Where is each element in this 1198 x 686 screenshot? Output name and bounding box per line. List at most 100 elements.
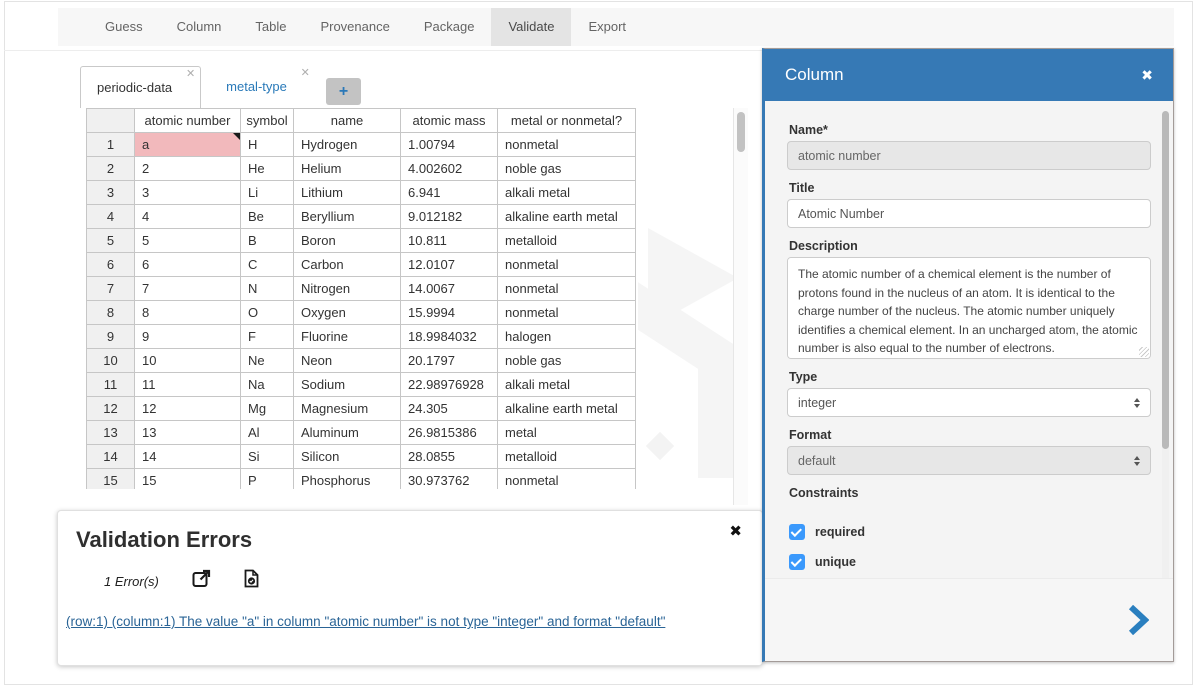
format-select[interactable]: default <box>787 446 1151 475</box>
grid-cell-error[interactable]: a <box>135 133 241 157</box>
nav-tab-export[interactable]: Export <box>571 8 643 46</box>
grid-cell[interactable]: N <box>241 277 294 301</box>
description-field[interactable]: The atomic number of a chemical element … <box>787 257 1151 359</box>
grid-cell[interactable]: alkali metal <box>498 181 636 205</box>
required-checkbox[interactable] <box>789 524 805 540</box>
panel-scrollbar-thumb[interactable] <box>1162 111 1169 449</box>
grid-cell[interactable]: 6 <box>135 253 241 277</box>
add-sheet-button[interactable]: + <box>326 78 361 105</box>
grid-column-header[interactable]: symbol <box>241 109 294 133</box>
grid-cell[interactable]: 7 <box>135 277 241 301</box>
grid-cell[interactable]: 8 <box>135 301 241 325</box>
grid-cell[interactable]: 11 <box>135 373 241 397</box>
next-column-button[interactable] <box>1127 605 1149 640</box>
grid-cell[interactable]: Ne <box>241 349 294 373</box>
grid-cell[interactable]: alkaline earth metal <box>498 397 636 421</box>
grid-cell[interactable]: O <box>241 301 294 325</box>
grid-cell[interactable]: 18.9984032 <box>401 325 498 349</box>
nav-tab-package[interactable]: Package <box>407 8 492 46</box>
row-number[interactable]: 12 <box>87 397 135 421</box>
grid-cell[interactable]: Aluminum <box>294 421 401 445</box>
grid-cell[interactable]: 14.0067 <box>401 277 498 301</box>
grid-cell[interactable]: 24.305 <box>401 397 498 421</box>
grid-cell[interactable]: Li <box>241 181 294 205</box>
row-number[interactable]: 10 <box>87 349 135 373</box>
grid-cell[interactable]: Boron <box>294 229 401 253</box>
row-number[interactable]: 5 <box>87 229 135 253</box>
row-number[interactable]: 14 <box>87 445 135 469</box>
grid-cell[interactable]: nonmetal <box>498 277 636 301</box>
type-select[interactable]: integer <box>787 388 1151 417</box>
grid-cell[interactable]: Mg <box>241 397 294 421</box>
grid-cell[interactable]: Hydrogen <box>294 133 401 157</box>
grid-cell[interactable]: Beryllium <box>294 205 401 229</box>
grid-cell[interactable]: 28.0855 <box>401 445 498 469</box>
grid-cell[interactable]: Carbon <box>294 253 401 277</box>
grid-cell[interactable]: nonmetal <box>498 469 636 490</box>
grid-cell[interactable]: Neon <box>294 349 401 373</box>
grid-column-header[interactable] <box>87 109 135 133</box>
grid-cell[interactable]: Si <box>241 445 294 469</box>
grid-cell[interactable]: 4 <box>135 205 241 229</box>
title-field[interactable] <box>787 199 1151 228</box>
error-report-file-icon[interactable] <box>244 569 259 593</box>
row-number[interactable]: 13 <box>87 421 135 445</box>
grid-cell[interactable]: Na <box>241 373 294 397</box>
grid-column-header[interactable]: atomic mass <box>401 109 498 133</box>
grid-cell[interactable]: alkali metal <box>498 373 636 397</box>
sheet-tab-periodic-data[interactable]: periodic-data✕ <box>80 66 201 108</box>
grid-cell[interactable]: Be <box>241 205 294 229</box>
grid-column-header[interactable]: metal or nonmetal? <box>498 109 636 133</box>
grid-cell[interactable]: 9 <box>135 325 241 349</box>
grid-cell[interactable]: Oxygen <box>294 301 401 325</box>
nav-tab-column[interactable]: Column <box>160 8 239 46</box>
grid-cell[interactable]: Magnesium <box>294 397 401 421</box>
grid-cell[interactable]: alkaline earth metal <box>498 205 636 229</box>
grid-cell[interactable]: Sodium <box>294 373 401 397</box>
grid-cell[interactable]: metal <box>498 421 636 445</box>
row-number[interactable]: 6 <box>87 253 135 277</box>
grid-cell[interactable]: B <box>241 229 294 253</box>
sheet-tab-metal-type[interactable]: metal-type✕ <box>210 66 315 108</box>
grid-cell[interactable]: 13 <box>135 421 241 445</box>
grid-cell[interactable]: Phosphorus <box>294 469 401 490</box>
grid-cell[interactable]: 1.00794 <box>401 133 498 157</box>
close-icon[interactable]: ✖ <box>1141 68 1153 82</box>
row-number[interactable]: 15 <box>87 469 135 490</box>
nav-tab-provenance[interactable]: Provenance <box>303 8 406 46</box>
row-number[interactable]: 3 <box>87 181 135 205</box>
grid-cell[interactable]: Helium <box>294 157 401 181</box>
nav-tab-validate[interactable]: Validate <box>491 8 571 46</box>
grid-cell[interactable]: halogen <box>498 325 636 349</box>
grid-cell[interactable]: 10.811 <box>401 229 498 253</box>
grid-cell[interactable]: 6.941 <box>401 181 498 205</box>
grid-cell[interactable]: 20.1797 <box>401 349 498 373</box>
grid-cell[interactable]: Silicon <box>294 445 401 469</box>
grid-cell[interactable]: nonmetal <box>498 301 636 325</box>
grid-cell[interactable]: F <box>241 325 294 349</box>
table-scrollbar-thumb[interactable] <box>737 112 745 152</box>
table-scrollbar-track[interactable] <box>733 108 748 505</box>
grid-cell[interactable]: 4.002602 <box>401 157 498 181</box>
grid-cell[interactable]: Lithium <box>294 181 401 205</box>
unique-checkbox[interactable] <box>789 554 805 570</box>
grid-cell[interactable]: 26.9815386 <box>401 421 498 445</box>
close-icon[interactable]: ✖ <box>729 524 742 539</box>
row-number[interactable]: 9 <box>87 325 135 349</box>
grid-cell[interactable]: Fluorine <box>294 325 401 349</box>
row-number[interactable]: 2 <box>87 157 135 181</box>
grid-cell[interactable]: Al <box>241 421 294 445</box>
grid-cell[interactable]: 15.9994 <box>401 301 498 325</box>
row-number[interactable]: 4 <box>87 205 135 229</box>
grid-cell[interactable]: noble gas <box>498 349 636 373</box>
grid-column-header[interactable]: atomic number <box>135 109 241 133</box>
grid-cell[interactable]: 10 <box>135 349 241 373</box>
grid-cell[interactable]: 5 <box>135 229 241 253</box>
grid-cell[interactable]: C <box>241 253 294 277</box>
grid-cell[interactable]: 3 <box>135 181 241 205</box>
grid-cell[interactable]: nonmetal <box>498 133 636 157</box>
grid-cell[interactable]: P <box>241 469 294 490</box>
grid-cell[interactable]: 12.0107 <box>401 253 498 277</box>
grid-cell[interactable]: 12 <box>135 397 241 421</box>
row-number[interactable]: 8 <box>87 301 135 325</box>
